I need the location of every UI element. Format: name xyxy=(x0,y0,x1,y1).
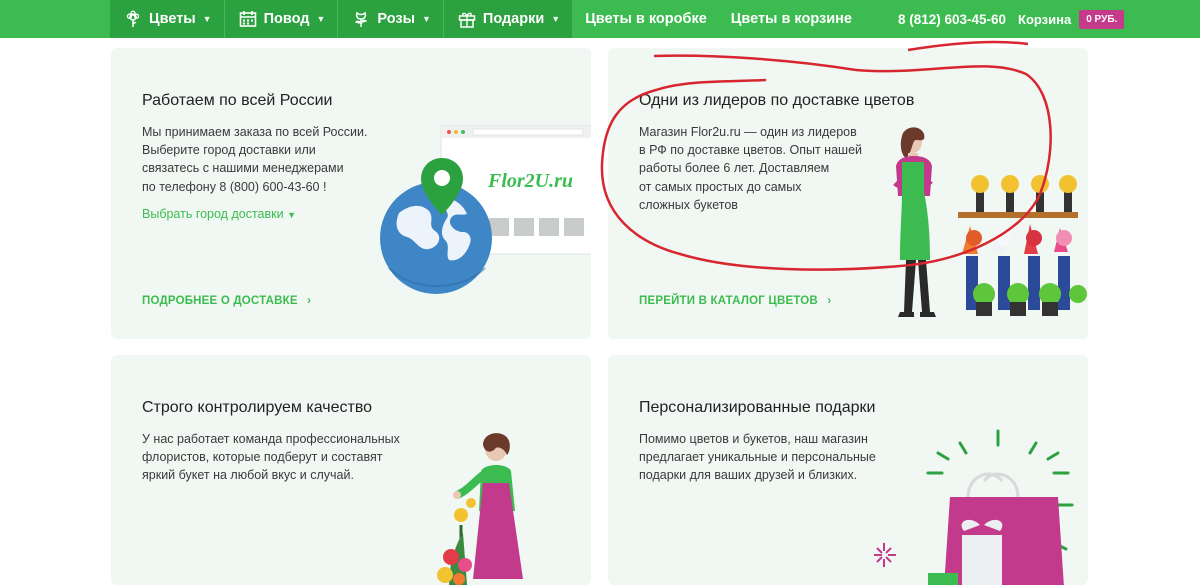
rose-icon xyxy=(352,10,370,28)
delivery-text: Мы принимаем заказа по всей России. Выбе… xyxy=(142,123,367,196)
chevron-down-icon: ▼ xyxy=(316,14,326,24)
delivery-more-label: ПОДРОБНЕЕ О ДОСТАВКЕ xyxy=(142,295,298,307)
gifts-text-line: предлагает уникальные и персональные xyxy=(639,450,876,465)
quality-text-line: У нас работает команда профессиональных xyxy=(142,432,400,446)
chevron-down-icon: ▼ xyxy=(287,210,296,220)
chevron-right-icon: › xyxy=(827,295,832,307)
quality-card: Строго контролируем качество У нас работ… xyxy=(111,355,591,585)
quality-text-line: яркий букет на любой вкус и случай. xyxy=(142,468,354,483)
phone-number[interactable]: 8 (812) 603-45-60 xyxy=(864,0,1012,38)
chevron-down-icon: ▼ xyxy=(421,14,431,24)
brand-logo: Flor2U.ru xyxy=(488,170,574,192)
delivery-card: Работаем по всей России Мы принимаем зак… xyxy=(111,48,591,339)
catalog-more-label: ПЕРЕЙТИ В КАТАЛОГ ЦВЕТОВ xyxy=(639,295,818,307)
menu-occasion-label: Повод xyxy=(263,11,310,27)
chevron-down-icon: ▼ xyxy=(202,14,212,24)
cart-link[interactable]: Корзина xyxy=(1012,0,1079,38)
annotation-circle xyxy=(600,40,1052,271)
delivery-title: Работаем по всей России xyxy=(142,92,333,109)
chevron-right-icon: › xyxy=(307,295,312,307)
menu-flowers-label: Цветы xyxy=(149,11,196,27)
delivery-text-line: связатесь с нашими менеджерами xyxy=(142,161,344,176)
flower-icon xyxy=(124,10,142,28)
cart-total-badge[interactable]: 0 РУБ. xyxy=(1079,9,1125,29)
link-basket-flowers[interactable]: Цветы в корзине xyxy=(719,0,864,38)
top-nav: Цветы ▼ Повод ▼ Розы ▼ Подарки ▼ Цветы в… xyxy=(0,0,1200,38)
delivery-text-line: по телефону 8 (800) 600-43-60 ! xyxy=(142,179,327,194)
gifts-text-line: подарки для ваших друзей и близких. xyxy=(639,468,858,483)
gifts-text-line: Помимо цветов и букетов, наш магазин xyxy=(639,432,868,446)
menu-flowers[interactable]: Цветы ▼ xyxy=(110,0,225,38)
delivery-text-line: Мы принимаем заказа по всей России. xyxy=(142,125,368,139)
gifts-card: Персонализированные подарки Помимо цвето… xyxy=(608,355,1088,585)
chevron-down-icon: ▼ xyxy=(551,14,561,24)
gift-bag-illustration xyxy=(874,429,1074,585)
select-city-link[interactable]: Выбрать город доставки ▼ xyxy=(142,207,296,221)
florist-arranging-illustration xyxy=(437,433,523,585)
quality-text: У нас работает команда профессиональных … xyxy=(142,430,400,485)
gifts-title: Персонализированные подарки xyxy=(639,399,876,416)
menu-gifts[interactable]: Подарки ▼ xyxy=(443,0,574,38)
menu-gifts-label: Подарки xyxy=(482,11,545,27)
catalog-more-link[interactable]: ПЕРЕЙТИ В КАТАЛОГ ЦВЕТОВ › xyxy=(639,295,831,307)
globe-browser-illustration xyxy=(380,125,591,294)
select-city-label: Выбрать город доставки xyxy=(142,207,284,221)
quality-title: Строго контролируем качество xyxy=(142,399,373,416)
delivery-text-line: Выберите город доставки или xyxy=(142,143,316,158)
calendar-icon xyxy=(239,10,257,28)
gift-icon xyxy=(458,10,476,28)
delivery-more-link[interactable]: ПОДРОБНЕЕ О ДОСТАВКЕ › xyxy=(142,295,311,307)
link-box-flowers[interactable]: Цветы в коробке xyxy=(573,0,719,38)
gifts-text: Помимо цветов и букетов, наш магазин пре… xyxy=(639,430,876,485)
menu-occasion[interactable]: Повод ▼ xyxy=(224,0,339,38)
menu-roses-label: Розы xyxy=(377,11,415,27)
menu-roses[interactable]: Розы ▼ xyxy=(338,0,444,38)
quality-text-line: флористов, которые подберут и составят xyxy=(142,450,383,465)
